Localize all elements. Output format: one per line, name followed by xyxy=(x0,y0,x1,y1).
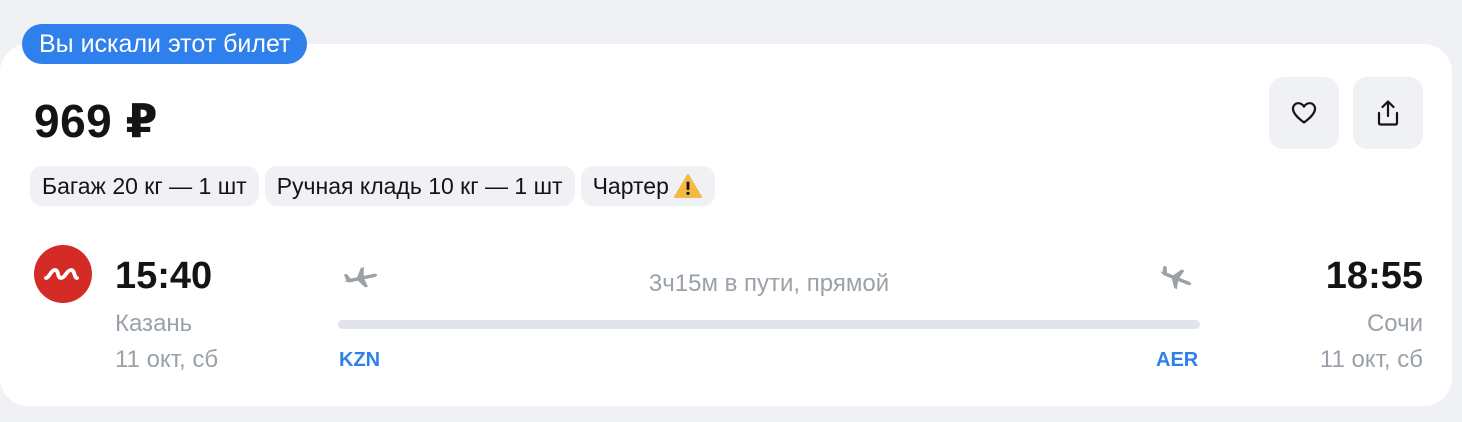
searched-ticket-badge: Вы искали этот билет xyxy=(22,24,308,64)
hand-luggage-tag: Ручная кладь 10 кг — 1 шт xyxy=(264,166,575,206)
share-button[interactable] xyxy=(1353,77,1423,149)
warning-icon xyxy=(673,173,703,199)
route-progress-bar xyxy=(338,320,1200,329)
departure-time: 15:40 xyxy=(115,255,213,297)
ticket-tags: Багаж 20 кг — 1 шт Ручная кладь 10 кг — … xyxy=(30,166,715,206)
favorite-button[interactable] xyxy=(1269,77,1339,149)
share-icon xyxy=(1377,100,1399,126)
baggage-tag: Багаж 20 кг — 1 шт xyxy=(30,166,259,206)
arrival-city: Сочи xyxy=(1366,310,1423,337)
landing-plane-icon xyxy=(1160,266,1192,290)
flight-duration: 3ч15м в пути, прямой xyxy=(648,270,890,297)
baggage-tag-label: Багаж 20 кг — 1 шт xyxy=(42,173,247,199)
heart-icon xyxy=(1291,102,1317,124)
departure-city: Казань xyxy=(115,310,193,337)
hand-luggage-tag-label: Ручная кладь 10 кг — 1 шт xyxy=(276,173,563,199)
ticket-price: 969 ₽ xyxy=(34,95,159,147)
arrival-date: 11 окт, сб xyxy=(1319,346,1423,373)
charter-tag-label: Чартер xyxy=(592,173,669,199)
departure-airport-code: KZN xyxy=(339,349,381,371)
departure-date: 11 окт, сб xyxy=(115,346,219,373)
arrival-airport-code: AER xyxy=(1156,349,1199,371)
airline-logo xyxy=(34,245,92,303)
nordwind-logo-icon xyxy=(44,268,79,280)
charter-tag[interactable]: Чартер xyxy=(580,166,715,206)
arrival-time: 18:55 xyxy=(1325,255,1423,297)
